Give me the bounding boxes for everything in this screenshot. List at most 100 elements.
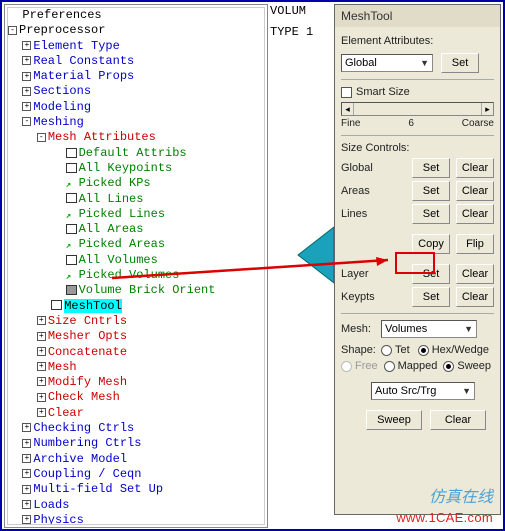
element-attributes-select[interactable]: Global▼	[341, 54, 433, 72]
slider-left-arrow-icon[interactable]: ◂	[342, 103, 354, 115]
size-lines-flip-button[interactable]: Flip	[456, 234, 494, 254]
size-Lines-set-button[interactable]: Set	[412, 204, 450, 224]
tree-item-label: Check Mesh	[48, 390, 120, 404]
tree-item[interactable]: +Real Constants	[8, 54, 264, 69]
tree-item[interactable]: +Check Mesh	[8, 390, 264, 405]
expand-collapse-icon[interactable]: +	[22, 72, 31, 81]
tree-item[interactable]: All Volumes	[8, 253, 264, 268]
expand-collapse-icon[interactable]: +	[37, 332, 46, 341]
tree-item-label: Archive Model	[33, 452, 127, 466]
mesh-select[interactable]: Volumes▼	[381, 320, 477, 338]
tree-item[interactable]: +Checking Ctrls	[8, 421, 264, 436]
size-Lines-clear-button[interactable]: Clear	[456, 204, 494, 224]
tree-item[interactable]: +Physics	[8, 513, 264, 525]
tree-item[interactable]: +Size Cntrls	[8, 314, 264, 329]
tree-item[interactable]: +Element Type	[8, 39, 264, 54]
tree-item[interactable]: +Mesh	[8, 360, 264, 375]
tree-item[interactable]: All Areas	[8, 222, 264, 237]
tree-item-label: All Volumes	[79, 253, 158, 267]
tree-item-label: Modify Mesh	[48, 375, 127, 389]
chevron-down-icon: ▼	[462, 386, 471, 396]
size-control-row: Lines Set Clear	[341, 204, 494, 224]
size-Keypts-set-button[interactable]: Set	[412, 287, 450, 307]
expand-collapse-icon[interactable]: +	[37, 408, 46, 417]
tree-item-label: Mesh Attributes	[48, 130, 156, 144]
expand-collapse-icon[interactable]: +	[37, 377, 46, 386]
tree-item[interactable]: All Keypoints	[8, 161, 264, 176]
tree-item[interactable]: +Archive Model	[8, 452, 264, 467]
smartsize-slider[interactable]: ◂ ▸	[341, 102, 494, 116]
expand-collapse-icon[interactable]: -	[22, 117, 31, 126]
expand-collapse-icon[interactable]: +	[22, 423, 31, 432]
size-Areas-clear-button[interactable]: Clear	[456, 181, 494, 201]
tree-item[interactable]: -Mesh Attributes	[8, 130, 264, 145]
tree-item[interactable]: +Multi-field Set Up	[8, 482, 264, 497]
size-Layer-set-button[interactable]: Set	[412, 264, 450, 284]
tree-item[interactable]: All Lines	[8, 192, 264, 207]
tree-item[interactable]: +Mesher Opts	[8, 329, 264, 344]
type-mapped-label: Mapped	[398, 360, 438, 372]
expand-collapse-icon[interactable]: +	[22, 56, 31, 65]
size-Keypts-clear-button[interactable]: Clear	[456, 287, 494, 307]
tree-item[interactable]: +Material Props	[8, 69, 264, 84]
expand-collapse-icon[interactable]: +	[37, 362, 46, 371]
tree-item[interactable]: +Loads	[8, 498, 264, 513]
tree-item[interactable]: +Coupling / Ceqn	[8, 467, 264, 482]
expand-collapse-icon[interactable]: -	[37, 133, 46, 142]
sweep-button[interactable]: Sweep	[366, 410, 422, 430]
tree-item[interactable]: ↗Picked KPs	[8, 176, 264, 191]
clear-button[interactable]: Clear	[430, 410, 486, 430]
expand-collapse-icon[interactable]: +	[22, 439, 31, 448]
expand-collapse-icon[interactable]: +	[22, 500, 31, 509]
size-control-row: Copy Flip	[341, 234, 494, 254]
autosrc-select[interactable]: Auto Src/Trg▼	[371, 382, 475, 400]
nav-tree[interactable]: Preferences-Preprocessor +Element Type +…	[7, 7, 265, 525]
tree-item[interactable]: Default Attribs	[8, 146, 264, 161]
tree-item[interactable]: ↗Picked Lines	[8, 207, 264, 222]
size-Global-clear-button[interactable]: Clear	[456, 158, 494, 178]
tree-item[interactable]: +Modeling	[8, 100, 264, 115]
type-mapped-radio[interactable]	[384, 361, 395, 372]
expand-collapse-icon[interactable]: +	[22, 454, 31, 463]
tree-item-label: Mesh	[48, 360, 77, 374]
expand-collapse-icon[interactable]: +	[22, 87, 31, 96]
expand-collapse-icon[interactable]: +	[37, 316, 46, 325]
tree-item[interactable]: -Preprocessor	[8, 23, 264, 38]
tree-item-label: Default Attribs	[79, 146, 187, 160]
tree-item[interactable]: +Numbering Ctrls	[8, 436, 264, 451]
size-control-label: Areas	[341, 185, 381, 197]
tree-item[interactable]: -Meshing	[8, 115, 264, 130]
expand-collapse-icon[interactable]: +	[22, 41, 31, 50]
size-Layer-clear-button[interactable]: Clear	[456, 264, 494, 284]
tree-item[interactable]: MeshTool	[8, 299, 264, 314]
tree-item-label: Preprocessor	[19, 23, 105, 37]
slider-right-arrow-icon[interactable]: ▸	[481, 103, 493, 115]
expand-collapse-icon[interactable]: +	[22, 485, 31, 494]
size-control-label: Lines	[341, 208, 381, 220]
tree-item[interactable]: +Modify Mesh	[8, 375, 264, 390]
shape-tet-radio[interactable]	[381, 345, 392, 356]
size-lines-copy-button[interactable]: Copy	[412, 234, 450, 254]
expand-collapse-icon[interactable]: +	[22, 515, 31, 524]
tree-item[interactable]: ↗Picked Areas	[8, 237, 264, 252]
shape-hex-radio[interactable]	[418, 345, 429, 356]
mesh-label: Mesh:	[341, 323, 381, 335]
size-Areas-set-button[interactable]: Set	[412, 181, 450, 201]
expand-collapse-icon[interactable]: +	[22, 102, 31, 111]
smartsize-checkbox[interactable]	[341, 87, 352, 98]
tree-item[interactable]: +Sections	[8, 84, 264, 99]
attributes-set-button[interactable]: Set	[441, 53, 479, 73]
tree-item[interactable]: +Clear	[8, 406, 264, 421]
tree-item[interactable]: +Concatenate	[8, 345, 264, 360]
expand-collapse-icon[interactable]: +	[22, 469, 31, 478]
shape-hex-label: Hex/Wedge	[432, 344, 489, 356]
tree-item[interactable]: Preferences	[8, 8, 264, 23]
expand-collapse-icon[interactable]: +	[37, 393, 46, 402]
expand-collapse-icon[interactable]: +	[37, 347, 46, 356]
chevron-down-icon: ▼	[420, 58, 429, 68]
tree-item[interactable]: Volume Brick Orient	[8, 283, 264, 298]
type-sweep-radio[interactable]	[443, 361, 454, 372]
expand-collapse-icon[interactable]: -	[8, 26, 17, 35]
size-Global-set-button[interactable]: Set	[412, 158, 450, 178]
slider-coarse-label: Coarse	[462, 118, 494, 129]
